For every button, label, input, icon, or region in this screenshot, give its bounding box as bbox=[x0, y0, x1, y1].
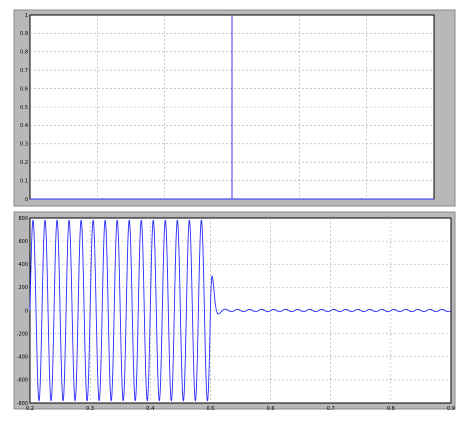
y-tick-label: -200 bbox=[17, 331, 28, 337]
scope-chart-svg: 0 0.1 0.2 0.3 0.4 0.5 0.6 0.7 0.8 0.9 1 0.2 0.3 0.4 0.… bbox=[13, 9, 456, 412]
x-tick-label: 0.2 bbox=[26, 406, 34, 412]
y-tick-label: -400 bbox=[17, 355, 28, 361]
y-tick-label: 0.3 bbox=[20, 142, 28, 148]
y-tick-label: 0.1 bbox=[20, 178, 28, 184]
y-tick-label: 0 bbox=[25, 197, 28, 203]
y-tick-label: -800 bbox=[17, 401, 28, 407]
y-tick-label: -600 bbox=[17, 378, 28, 384]
y-tick-label: 0.4 bbox=[20, 123, 28, 129]
y-tick-label: 200 bbox=[18, 285, 28, 291]
x-tick-label: 0.6 bbox=[267, 406, 275, 412]
x-tick-label: 0.7 bbox=[327, 406, 335, 412]
x-tick-label: 0.4 bbox=[146, 406, 154, 412]
y-tick-label: 0.7 bbox=[20, 68, 28, 74]
x-tick-label: 0.3 bbox=[86, 406, 94, 412]
y-tick-label: 0.9 bbox=[20, 31, 28, 37]
x-tick-label: 0.8 bbox=[387, 406, 395, 412]
y-tick-label: 0.2 bbox=[20, 160, 28, 166]
y-tick-label: 0.6 bbox=[20, 86, 28, 92]
scope-figure: 0 0.1 0.2 0.3 0.4 0.5 0.6 0.7 0.8 0.9 1 0.2 0.3 0.4 0.… bbox=[0, 0, 471, 431]
y-tick-label: 1 bbox=[25, 13, 28, 19]
x-tick-label: 0.9 bbox=[447, 406, 455, 412]
y-tick-label: 400 bbox=[18, 262, 28, 268]
y-tick-label: 0.8 bbox=[20, 50, 28, 56]
y-tick-label: 600 bbox=[18, 239, 28, 245]
y-tick-label: 0.5 bbox=[20, 105, 28, 111]
x-tick-label: 0.5 bbox=[206, 406, 214, 412]
y-tick-label: 0 bbox=[25, 308, 28, 314]
y-tick-label: 800 bbox=[18, 216, 28, 222]
